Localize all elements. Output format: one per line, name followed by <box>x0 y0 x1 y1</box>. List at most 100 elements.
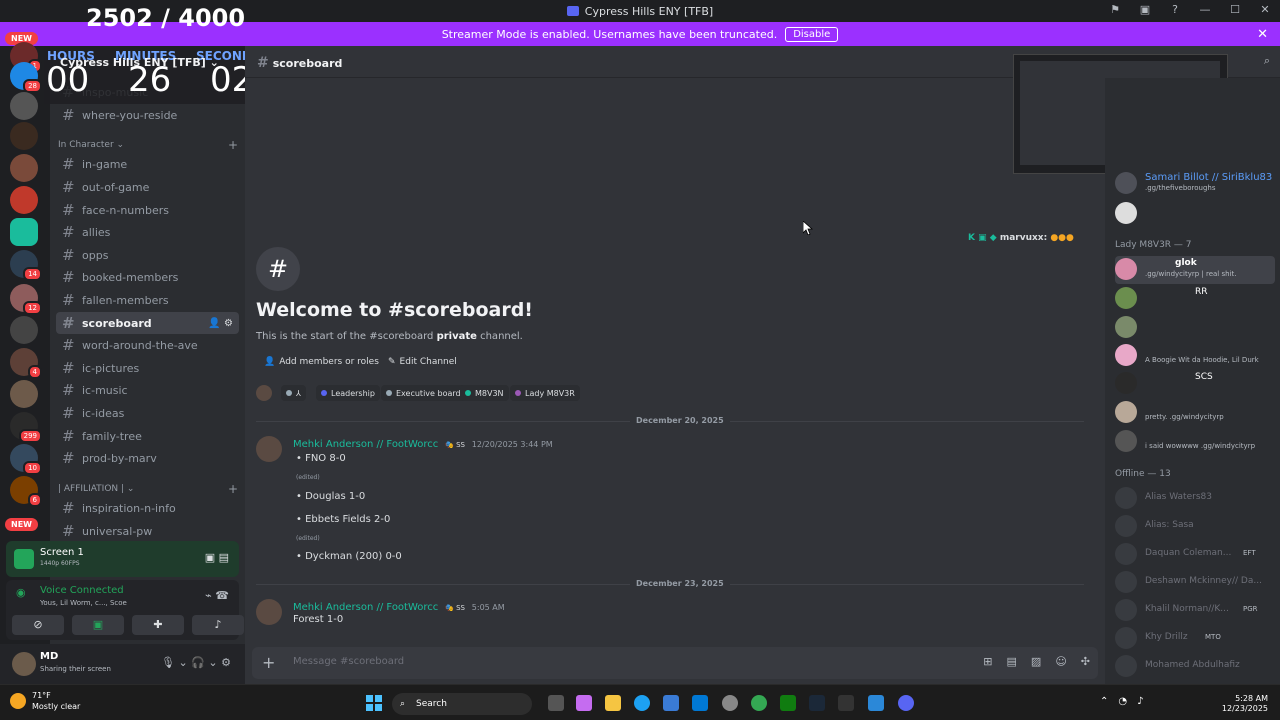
channel-where-you-reside[interactable]: # where-you-reside <box>56 104 239 126</box>
channel-booked-members[interactable]: # booked-members <box>56 266 239 288</box>
member-row[interactable]: Alias: Sasa <box>1115 513 1280 541</box>
channel-family-tree[interactable]: # family-tree <box>56 425 239 447</box>
server-icon[interactable] <box>10 316 38 344</box>
channel-settings-icon[interactable]: 👤 ⚙ <box>208 318 233 329</box>
taskbar-search[interactable]: ⌕ Search <box>392 693 532 715</box>
weather-widget[interactable]: 71°F Mostly clear <box>10 690 80 712</box>
chrome-icon[interactable] <box>751 695 767 711</box>
edge-icon[interactable] <box>634 695 650 711</box>
close-icon[interactable]: ✕ <box>1257 27 1268 42</box>
soundboard-button[interactable]: ♪ <box>192 615 244 635</box>
avatar[interactable] <box>256 385 272 401</box>
server-icon[interactable]: 14 <box>10 250 42 281</box>
server-icon[interactable] <box>10 154 38 182</box>
channel-out-of-game[interactable]: # out-of-game <box>56 176 239 198</box>
category-in-character[interactable]: In Character ⌄ + <box>58 138 238 152</box>
close-window-button[interactable]: ✕ <box>1258 3 1272 16</box>
system-tray[interactable]: ⌃ ◔ ♪ <box>1100 696 1144 707</box>
channel-opps[interactable]: # opps <box>56 244 239 266</box>
member-row[interactable]: i said wowwww .gg/windycityrp <box>1115 428 1280 456</box>
screen-share-panel[interactable]: Screen 1 1440p 60FPS ▣ ▤ <box>6 541 239 577</box>
add-channel-icon[interactable]: + <box>228 482 238 496</box>
screen-button[interactable]: ▣ <box>72 615 124 635</box>
member-row[interactable]: Samari Billot // SiriBklu83 .gg/thefivebo… <box>1115 170 1280 198</box>
role-chip[interactable]: ⅄ <box>281 385 306 401</box>
category-affiliation[interactable]: | AFFILIATION | ⌄ + <box>58 482 238 496</box>
channel-prod-by-marv[interactable]: # prod-by-marv <box>56 447 239 469</box>
minimize-button[interactable]: — <box>1198 3 1212 16</box>
server-name[interactable]: Cypress Hills ENY [TFB] ⌄ <box>60 56 219 69</box>
start-icon[interactable] <box>366 695 382 711</box>
channel-ic-ideas[interactable]: # ic-ideas <box>56 402 239 424</box>
server-icon[interactable]: 4 <box>10 348 42 379</box>
volume-icon[interactable]: ♪ <box>1137 696 1143 707</box>
member-row[interactable]: Khalil Norman//K... PGR <box>1115 597 1280 625</box>
server-icon[interactable]: 12 <box>10 284 42 315</box>
xbox-icon[interactable] <box>780 695 796 711</box>
app-icon[interactable] <box>838 695 854 711</box>
role-chip[interactable]: M8V3N <box>460 385 509 401</box>
file-explorer-icon[interactable] <box>605 695 621 711</box>
disconnect-icon[interactable]: ⌁ ☎ <box>205 589 229 602</box>
inbox-icon[interactable]: ⚑ <box>1108 3 1122 16</box>
member-row[interactable]: Mohamed Abdulhafiz <box>1115 653 1280 681</box>
clock[interactable]: 5:28 AM 12/23/2025 <box>1222 694 1268 714</box>
add-members-button[interactable]: 👤 Add members or roles <box>256 352 387 372</box>
search-icon[interactable]: ⌕ <box>1264 54 1270 68</box>
server-icon[interactable] <box>10 380 38 408</box>
channel-inspiration-n-info[interactable]: # inspiration-n-info <box>56 497 239 519</box>
avatar[interactable] <box>256 436 282 462</box>
avatar[interactable] <box>12 652 36 676</box>
task-view-icon[interactable] <box>548 695 564 711</box>
channel-allies[interactable]: # allies <box>56 221 239 243</box>
outlook-icon[interactable] <box>692 695 708 711</box>
channel-scoreboard[interactable]: # scoreboard 👤 ⚙ <box>56 312 239 334</box>
server-icon[interactable]: 6 <box>10 476 42 507</box>
server-icon[interactable]: 10 <box>10 444 42 475</box>
sticker-icon[interactable]: ▨ <box>1031 655 1041 668</box>
message-composer[interactable]: + Message #scoreboard ⊞ ▤ ▨ ☺ ✣ <box>252 647 1098 679</box>
channel-face-n-numbers[interactable]: # face-n-numbers <box>56 199 239 221</box>
emoji-icon[interactable]: ☺ <box>1055 655 1066 668</box>
member-row[interactable] <box>1115 200 1280 228</box>
disable-button[interactable]: Disable <box>785 26 839 42</box>
member-row[interactable]: A Boogie Wit da Hoodie, Lil Durk <box>1115 342 1280 370</box>
role-chip[interactable]: Executive board <box>381 385 466 401</box>
stop-stream-icon[interactable]: ▣ ▤ <box>205 551 229 564</box>
wifi-icon[interactable]: ◔ <box>1118 696 1127 707</box>
server-icon[interactable] <box>10 218 38 246</box>
message-author[interactable]: Mehki Anderson // FootWorcc <box>293 439 438 450</box>
camera-button[interactable]: ⊘ <box>12 615 64 635</box>
role-chip[interactable]: Leadership <box>316 385 380 401</box>
role-chip[interactable]: Lady M8V3R <box>510 385 580 401</box>
member-row[interactable] <box>1115 314 1280 342</box>
notepad-icon[interactable] <box>868 695 884 711</box>
server-icon[interactable]: 299 <box>10 412 42 443</box>
avatar[interactable] <box>256 599 282 625</box>
server-icon[interactable] <box>10 122 38 150</box>
voice-status[interactable]: Voice Connected <box>40 585 124 596</box>
chevron-up-icon[interactable]: ⌃ <box>1100 696 1108 707</box>
store-icon[interactable] <box>663 695 679 711</box>
member-row[interactable]: SCS <box>1115 370 1280 398</box>
maximize-button[interactable]: ☐ <box>1228 3 1242 16</box>
add-channel-icon[interactable]: + <box>228 138 238 152</box>
server-icon[interactable] <box>10 92 38 120</box>
gif-icon[interactable]: ▤ <box>1007 655 1017 668</box>
channel-ic-music[interactable]: # ic-music <box>56 379 239 401</box>
channel-in-game[interactable]: # in-game <box>56 153 239 175</box>
channel-fallen-members[interactable]: # fallen-members <box>56 289 239 311</box>
member-row[interactable]: Alias Waters83 <box>1115 485 1280 513</box>
copilot-icon[interactable] <box>576 695 592 711</box>
screen-icon[interactable]: ▣ <box>1138 3 1152 16</box>
member-row[interactable]: Daquan Coleman... EFT <box>1115 541 1280 569</box>
activities-button[interactable]: ✚ <box>132 615 184 635</box>
gift-icon[interactable]: ⊞ <box>983 655 992 668</box>
channel-universal-pw[interactable]: # universal-pw <box>56 520 239 542</box>
member-row[interactable]: glok .gg/windycityrp | real shit. <box>1115 256 1275 284</box>
edit-channel-button[interactable]: ✎ Edit Channel <box>380 352 465 372</box>
member-row[interactable]: Deshawn Mckinney// Da... <box>1115 569 1280 597</box>
steam-icon[interactable] <box>809 695 825 711</box>
app-icon[interactable] <box>722 695 738 711</box>
member-row[interactable]: pretty. .gg/windycityrp <box>1115 399 1280 427</box>
